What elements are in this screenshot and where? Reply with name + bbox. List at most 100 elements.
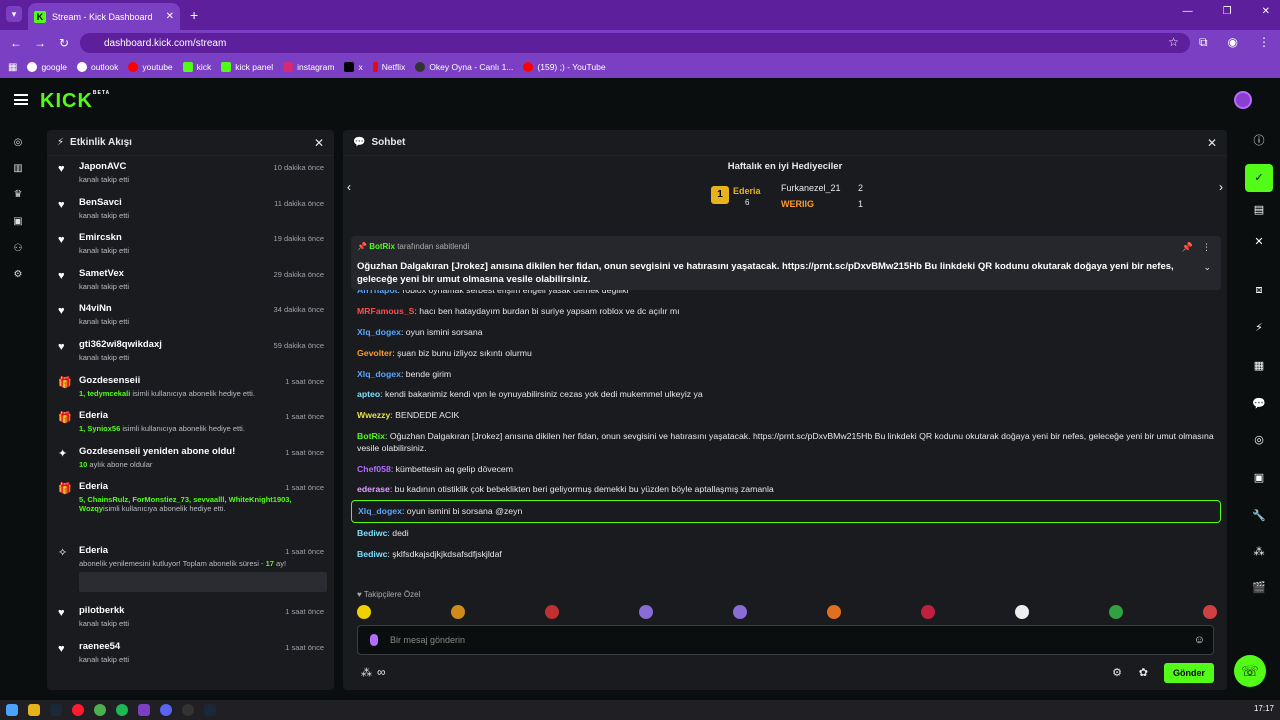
send-button[interactable]: Gönder xyxy=(1164,663,1214,683)
chat-bot-icon[interactable]: ✿ xyxy=(1139,666,1148,679)
close-activity-icon[interactable]: ✕ xyxy=(314,136,324,150)
check-icon[interactable]: ✓ xyxy=(1245,164,1273,192)
emote-icon[interactable] xyxy=(1203,605,1217,619)
extensions-icon[interactable]: ⧉ xyxy=(1199,35,1208,50)
close-chat-icon[interactable]: ✕ xyxy=(1207,136,1217,150)
emoji-icon[interactable]: ☺ xyxy=(1194,634,1205,646)
bookmark-kick-panel[interactable]: kick panel xyxy=(221,62,273,72)
chat-username[interactable]: Chef058 xyxy=(357,464,391,474)
chat-message[interactable]: MRFamous_S: hacı ben hataydayım burdan b… xyxy=(351,301,1221,322)
chat-username[interactable]: Xlq_dogex xyxy=(357,369,401,379)
bookmark-x[interactable]: x xyxy=(344,62,363,72)
analytics-icon[interactable]: ▥ xyxy=(12,163,24,175)
emote-icon[interactable] xyxy=(827,605,841,619)
chat-username[interactable]: Gevolter xyxy=(357,348,392,358)
obs-icon[interactable] xyxy=(182,704,194,716)
forward-icon[interactable]: → xyxy=(28,36,52,50)
bookmark-instagram[interactable]: instagram xyxy=(283,62,334,72)
tab-close-icon[interactable]: ✕ xyxy=(166,11,174,22)
chat-toggle-icon[interactable]: 💬 xyxy=(1245,390,1273,418)
browser-menu-icon[interactable]: ⋮ xyxy=(1258,35,1270,50)
bookmark-youtube-2[interactable]: (159) ;) - YouTube xyxy=(523,62,606,72)
chat-username[interactable]: ederase xyxy=(357,484,390,494)
chat-username[interactable]: Wwezzy xyxy=(357,410,390,420)
chat-message-input[interactable] xyxy=(390,632,1170,648)
share-icon[interactable]: ⁂ xyxy=(1245,538,1273,566)
chat-message[interactable]: Bediwc: şklfsdkajsdjkjkdsafsdfjskjldaf xyxy=(351,543,1221,564)
chat-username[interactable]: Bediwc xyxy=(357,549,387,559)
discord-icon[interactable] xyxy=(160,704,172,716)
chat-message[interactable]: Xlq_dogex: bende girim xyxy=(351,363,1221,384)
opera-icon[interactable] xyxy=(72,704,84,716)
screen-capture-icon[interactable]: ⧈ xyxy=(1245,276,1273,304)
chat-message[interactable]: Bediwc: dedi xyxy=(351,523,1221,544)
chat-message[interactable]: Wwezzy: BENDEDE ACIK xyxy=(351,405,1221,426)
reload-icon[interactable]: ↻ xyxy=(52,36,76,50)
bookmark-outlook[interactable]: outlook xyxy=(76,62,118,72)
emote-icon[interactable] xyxy=(921,605,935,619)
steam-2-icon[interactable] xyxy=(204,704,216,716)
emote-icon[interactable] xyxy=(733,605,747,619)
spotify-icon[interactable] xyxy=(116,704,128,716)
screen-icon[interactable]: ▣ xyxy=(12,216,24,228)
close-panels-icon[interactable]: ✕ xyxy=(1245,228,1273,256)
tab-search-button[interactable]: ▾ xyxy=(6,6,22,22)
expand-icon[interactable]: ⌄ xyxy=(1203,262,1211,273)
chat-points-icon[interactable]: ⁂ xyxy=(361,666,372,679)
chat-message[interactable]: ederase: bu kadının otistiklik çok bebek… xyxy=(351,479,1221,500)
chat-message[interactable]: Gevolter: şuan biz bunu izliyoz sıkıntı … xyxy=(351,342,1221,363)
layout-icon[interactable]: ▤ xyxy=(1245,196,1273,224)
chat-message[interactable]: BotRix: Oğuzhan Dalgakıran [Jrokez] anıs… xyxy=(351,425,1221,458)
queue-icon[interactable]: ▣ xyxy=(1245,464,1273,492)
back-icon[interactable]: ← xyxy=(4,36,28,50)
close-window-icon[interactable]: ✕ xyxy=(1262,6,1270,17)
profile-icon[interactable]: ◉ xyxy=(1228,35,1238,50)
minimize-icon[interactable]: — xyxy=(1183,6,1193,17)
chrome-icon[interactable] xyxy=(94,704,106,716)
more-icon[interactable]: ⋮ xyxy=(1202,242,1211,253)
pin-icon[interactable]: 📌 xyxy=(1182,242,1193,253)
emote-icon[interactable] xyxy=(639,605,653,619)
start-icon[interactable] xyxy=(6,704,18,716)
users-icon[interactable]: ⚇ xyxy=(12,243,24,255)
emote-icon[interactable] xyxy=(1109,605,1123,619)
emote-icon[interactable] xyxy=(545,605,559,619)
hamburger-menu-icon[interactable] xyxy=(14,94,28,105)
url-field[interactable]: dashboard.kick.com/stream xyxy=(80,33,1190,53)
broadcast-icon[interactable]: ◎ xyxy=(12,137,24,149)
clip-icon[interactable]: 🎬 xyxy=(1245,574,1273,602)
activity-toggle-icon[interactable]: ⚡ xyxy=(1245,314,1273,342)
chat-message[interactable]: Xlq_dogex: oyun ismini bi sorsana @zeyn xyxy=(351,499,1221,523)
bookmark-okey[interactable]: Okey Oyna - Canlı 1... xyxy=(415,62,513,72)
chat-message[interactable]: Xlq_dogex: oyun ismini sorsana xyxy=(351,322,1221,343)
emote-icon[interactable] xyxy=(357,605,371,619)
chrome-active-icon[interactable] xyxy=(138,704,150,716)
chat-username[interactable]: Bediwc xyxy=(357,528,387,538)
chat-message[interactable]: apteo: kendi bakanimiz kendi vpn le oynu… xyxy=(351,384,1221,405)
chat-username[interactable]: BotRix xyxy=(357,431,385,441)
support-chat-button[interactable]: ☏ xyxy=(1234,655,1266,687)
bookmark-kick[interactable]: kick xyxy=(182,62,211,72)
chat-username[interactable]: MRFamous_S xyxy=(357,306,414,316)
browser-tab[interactable]: K Stream - Kick Dashboard ✕ xyxy=(28,3,180,30)
trophy-icon[interactable]: ♛ xyxy=(12,189,24,201)
restore-icon[interactable]: ❐ xyxy=(1223,6,1232,17)
new-tab-button[interactable]: + xyxy=(190,7,198,23)
settings-icon[interactable]: ⚙ xyxy=(12,269,24,281)
apps-grid-icon[interactable]: ▦ xyxy=(8,62,17,73)
bookmark-youtube[interactable]: youtube xyxy=(128,62,173,72)
chevron-right-icon[interactable]: › xyxy=(1219,180,1223,194)
bookmark-netflix[interactable]: Netflix xyxy=(372,62,405,72)
info-icon[interactable]: ⓘ xyxy=(1245,127,1273,155)
mic-icon[interactable] xyxy=(370,634,378,646)
user-avatar[interactable] xyxy=(1234,91,1252,109)
chat-username[interactable]: apteo xyxy=(357,389,380,399)
chat-settings-icon[interactable]: ⚙ xyxy=(1112,666,1122,679)
chat-username[interactable]: Xlq_dogex xyxy=(357,327,401,337)
chat-message[interactable]: Chef058: kümbettesin aq gelip dövecem xyxy=(351,458,1221,479)
broadcast-toggle-icon[interactable]: ◎ xyxy=(1245,426,1273,454)
bookmark-google[interactable]: google xyxy=(27,62,67,72)
emote-icon[interactable] xyxy=(451,605,465,619)
chevron-left-icon[interactable]: ‹ xyxy=(347,180,351,194)
notes-icon[interactable]: ▦ xyxy=(1245,352,1273,380)
